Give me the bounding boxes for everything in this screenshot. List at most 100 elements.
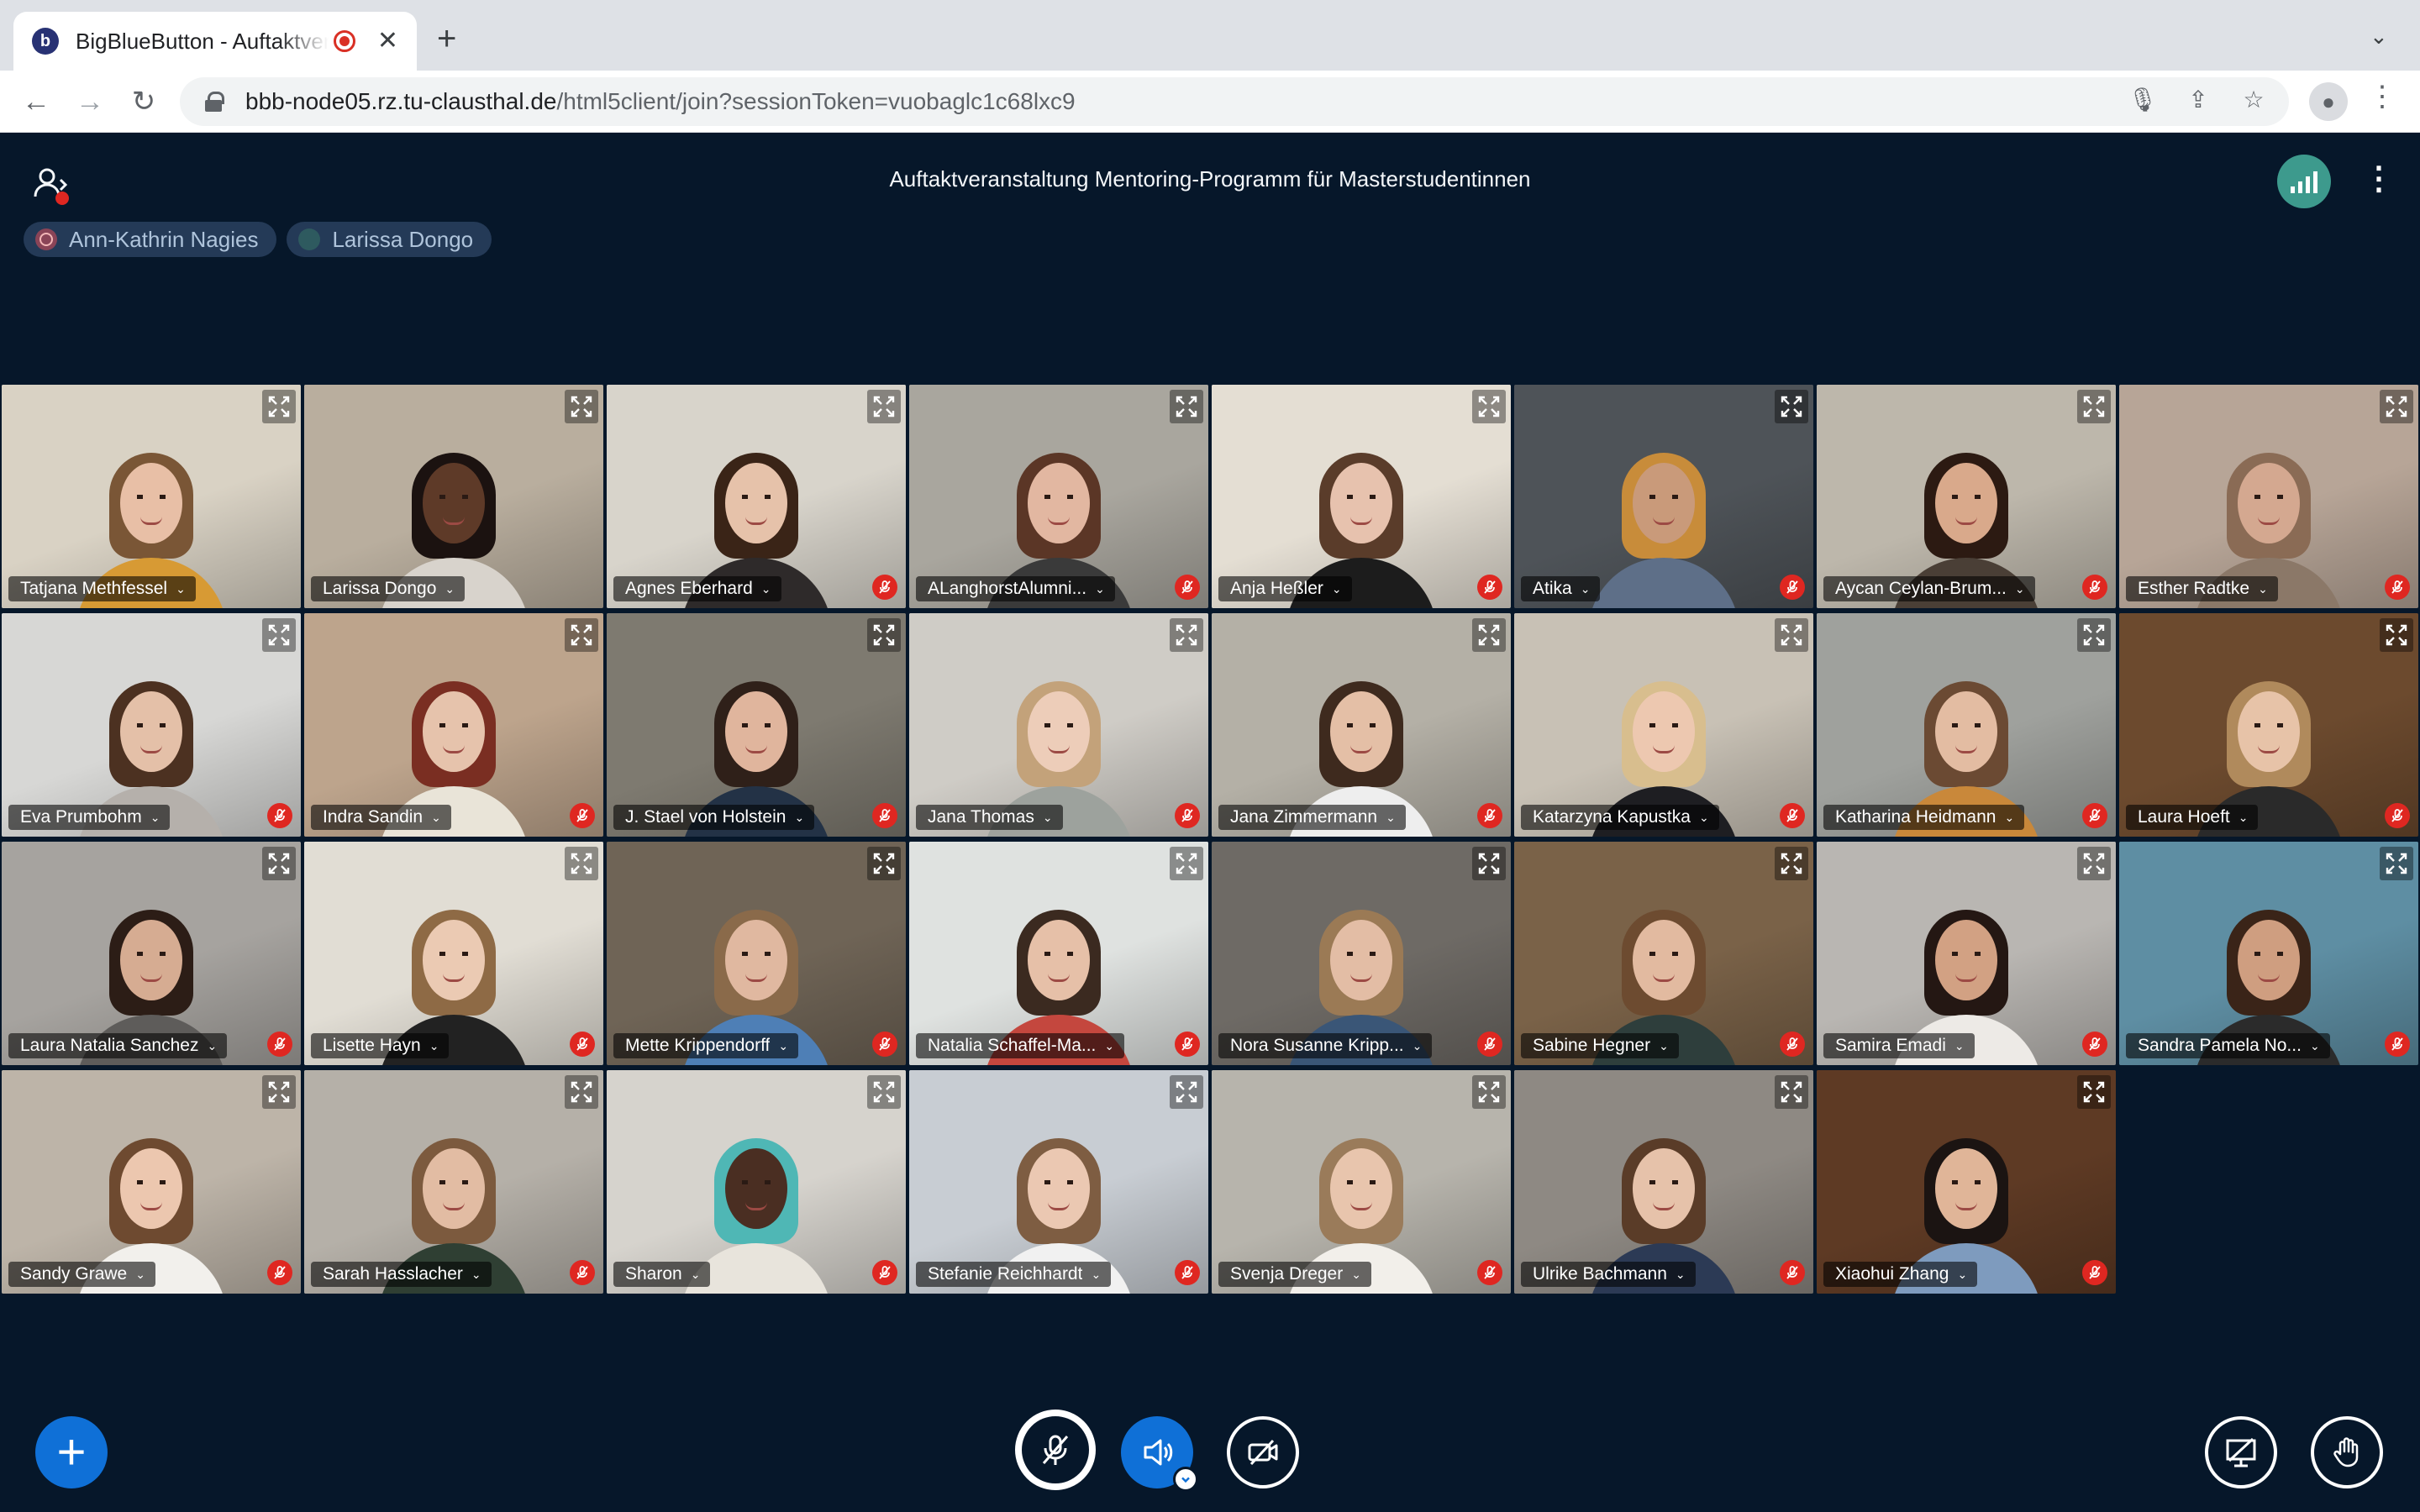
unmute-microphone-button[interactable]: [1015, 1410, 1096, 1490]
connection-status-button[interactable]: [2277, 155, 2331, 208]
fullscreen-expand-icon[interactable]: [2077, 390, 2111, 423]
fullscreen-expand-icon[interactable]: [262, 847, 296, 880]
share-icon[interactable]: ⇪: [2183, 86, 2213, 113]
participant-name-dropdown[interactable]: Ulrike Bachmann ⌄: [1521, 1262, 1696, 1287]
participant-video-tile[interactable]: Mette Krippendorff ⌄: [607, 842, 906, 1065]
microphone-icon[interactable]: 🎙: [2128, 86, 2158, 113]
participant-name-dropdown[interactable]: Lisette Hayn ⌄: [311, 1033, 450, 1058]
address-bar[interactable]: bbb-node05.rz.tu-clausthal.de/html5clien…: [180, 77, 2289, 126]
participant-name-dropdown[interactable]: J. Stael von Holstein ⌄: [613, 805, 815, 830]
participant-video-tile[interactable]: Jana Zimmermann ⌄: [1212, 613, 1511, 837]
participant-name-dropdown[interactable]: Natalia Schaffel-Ma... ⌄: [916, 1033, 1125, 1058]
participant-video-tile[interactable]: Indra Sandin ⌄: [304, 613, 603, 837]
forward-arrow-icon[interactable]: →: [71, 82, 109, 121]
participant-name-dropdown[interactable]: Xiaohui Zhang ⌄: [1823, 1262, 1978, 1287]
participant-video-tile[interactable]: Agnes Eberhard ⌄: [607, 385, 906, 608]
participant-video-tile[interactable]: Laura Hoeft ⌄: [2119, 613, 2418, 837]
browser-menu-icon[interactable]: ⋮: [2368, 82, 2396, 111]
participant-name-dropdown[interactable]: Larissa Dongo ⌄: [311, 576, 466, 601]
participant-name-dropdown[interactable]: Laura Natalia Sanchez ⌄: [8, 1033, 228, 1058]
profile-avatar-icon[interactable]: ●: [2309, 82, 2348, 121]
participant-name-dropdown[interactable]: Samira Emadi ⌄: [1823, 1033, 1975, 1058]
fullscreen-expand-icon[interactable]: [1472, 847, 1506, 880]
fullscreen-expand-icon[interactable]: [1170, 390, 1203, 423]
participant-video-tile[interactable]: Katarzyna Kapustka ⌄: [1514, 613, 1813, 837]
fullscreen-expand-icon[interactable]: [1170, 1075, 1203, 1109]
participant-video-tile[interactable]: Sandy Grawe ⌄: [2, 1070, 301, 1294]
participant-name-dropdown[interactable]: Sharon ⌄: [613, 1262, 711, 1287]
fullscreen-expand-icon[interactable]: [867, 390, 901, 423]
participant-name-dropdown[interactable]: Jana Thomas ⌄: [916, 805, 1063, 830]
fullscreen-expand-icon[interactable]: [1775, 618, 1808, 652]
participant-name-dropdown[interactable]: ALanghorstAlumni... ⌄: [916, 576, 1115, 601]
participant-video-tile[interactable]: Sabine Hegner ⌄: [1514, 842, 1813, 1065]
back-arrow-icon[interactable]: ←: [17, 82, 55, 121]
participant-video-tile[interactable]: Samira Emadi ⌄: [1817, 842, 2116, 1065]
participant-name-dropdown[interactable]: Mette Krippendorff ⌄: [613, 1033, 799, 1058]
fullscreen-expand-icon[interactable]: [1472, 390, 1506, 423]
tab-search-icon[interactable]: ⌄: [2370, 24, 2388, 50]
fullscreen-expand-icon[interactable]: [2380, 618, 2413, 652]
fullscreen-expand-icon[interactable]: [1775, 1075, 1808, 1109]
bookmark-star-icon[interactable]: ☆: [2238, 86, 2269, 113]
fullscreen-expand-icon[interactable]: [565, 390, 598, 423]
participant-name-dropdown[interactable]: Katharina Heidmann ⌄: [1823, 805, 2025, 830]
fullscreen-expand-icon[interactable]: [1775, 390, 1808, 423]
reload-icon[interactable]: ↻: [124, 82, 163, 121]
participant-video-tile[interactable]: Jana Thomas ⌄: [909, 613, 1208, 837]
participant-video-tile[interactable]: Aycan Ceylan-Brum... ⌄: [1817, 385, 2116, 608]
participant-name-dropdown[interactable]: Aycan Ceylan-Brum... ⌄: [1823, 576, 2035, 601]
lock-icon[interactable]: [205, 92, 224, 112]
participant-video-tile[interactable]: Eva Prumbohm ⌄: [2, 613, 301, 837]
options-menu-icon[interactable]: ⋮: [2363, 163, 2395, 195]
participant-video-tile[interactable]: Sandra Pamela No... ⌄: [2119, 842, 2418, 1065]
fullscreen-expand-icon[interactable]: [867, 618, 901, 652]
browser-tab[interactable]: b BigBlueButton - Auftaktveranstaltung ✕: [13, 12, 417, 71]
participant-video-tile[interactable]: Sharon ⌄: [607, 1070, 906, 1294]
talking-indicator[interactable]: Ann-Kathrin Nagies: [24, 222, 277, 257]
fullscreen-expand-icon[interactable]: [2380, 847, 2413, 880]
participant-name-dropdown[interactable]: Jana Zimmermann ⌄: [1218, 805, 1406, 830]
participant-name-dropdown[interactable]: Indra Sandin ⌄: [311, 805, 451, 830]
fullscreen-expand-icon[interactable]: [262, 1075, 296, 1109]
participant-video-tile[interactable]: Esther Radtke ⌄: [2119, 385, 2418, 608]
fullscreen-expand-icon[interactable]: [262, 618, 296, 652]
fullscreen-expand-icon[interactable]: [1775, 847, 1808, 880]
participant-name-dropdown[interactable]: Laura Hoeft ⌄: [2126, 805, 2259, 830]
participant-video-tile[interactable]: Laura Natalia Sanchez ⌄: [2, 842, 301, 1065]
tab-close-icon[interactable]: ✕: [377, 29, 398, 54]
fullscreen-expand-icon[interactable]: [565, 847, 598, 880]
participant-name-dropdown[interactable]: Sandra Pamela No... ⌄: [2126, 1033, 2330, 1058]
fullscreen-expand-icon[interactable]: [565, 1075, 598, 1109]
talking-indicator[interactable]: Larissa Dongo: [287, 222, 492, 257]
fullscreen-expand-icon[interactable]: [2380, 390, 2413, 423]
participant-name-dropdown[interactable]: Eva Prumbohm ⌄: [8, 805, 171, 830]
presentation-button[interactable]: [2205, 1416, 2277, 1488]
fullscreen-expand-icon[interactable]: [262, 390, 296, 423]
participant-video-tile[interactable]: Svenja Dreger ⌄: [1212, 1070, 1511, 1294]
fullscreen-expand-icon[interactable]: [2077, 1075, 2111, 1109]
participant-video-tile[interactable]: Katharina Heidmann ⌄: [1817, 613, 2116, 837]
participant-name-dropdown[interactable]: Esther Radtke ⌄: [2126, 576, 2278, 601]
participant-video-tile[interactable]: Tatjana Methfessel ⌄: [2, 385, 301, 608]
actions-plus-button[interactable]: +: [35, 1416, 108, 1488]
participant-name-dropdown[interactable]: Tatjana Methfessel ⌄: [8, 576, 196, 601]
participant-name-dropdown[interactable]: Sabine Hegner ⌄: [1521, 1033, 1679, 1058]
participant-name-dropdown[interactable]: Stefanie Reichhardt ⌄: [916, 1262, 1112, 1287]
participant-video-tile[interactable]: Atika ⌄: [1514, 385, 1813, 608]
participant-name-dropdown[interactable]: Katarzyna Kapustka ⌄: [1521, 805, 1719, 830]
participant-video-tile[interactable]: Sarah Hasslacher ⌄: [304, 1070, 603, 1294]
participant-video-tile[interactable]: Natalia Schaffel-Ma... ⌄: [909, 842, 1208, 1065]
participant-video-tile[interactable]: Ulrike Bachmann ⌄: [1514, 1070, 1813, 1294]
fullscreen-expand-icon[interactable]: [1472, 618, 1506, 652]
participant-name-dropdown[interactable]: Anja Heßler ⌄: [1218, 576, 1352, 601]
participant-video-tile[interactable]: Larissa Dongo ⌄: [304, 385, 603, 608]
fullscreen-expand-icon[interactable]: [1170, 618, 1203, 652]
participant-name-dropdown[interactable]: Svenja Dreger ⌄: [1218, 1262, 1371, 1287]
fullscreen-expand-icon[interactable]: [2077, 618, 2111, 652]
fullscreen-expand-icon[interactable]: [565, 618, 598, 652]
participant-name-dropdown[interactable]: Atika ⌄: [1521, 576, 1601, 601]
participant-video-tile[interactable]: Lisette Hayn ⌄: [304, 842, 603, 1065]
participant-video-tile[interactable]: Stefanie Reichhardt ⌄: [909, 1070, 1208, 1294]
fullscreen-expand-icon[interactable]: [1472, 1075, 1506, 1109]
